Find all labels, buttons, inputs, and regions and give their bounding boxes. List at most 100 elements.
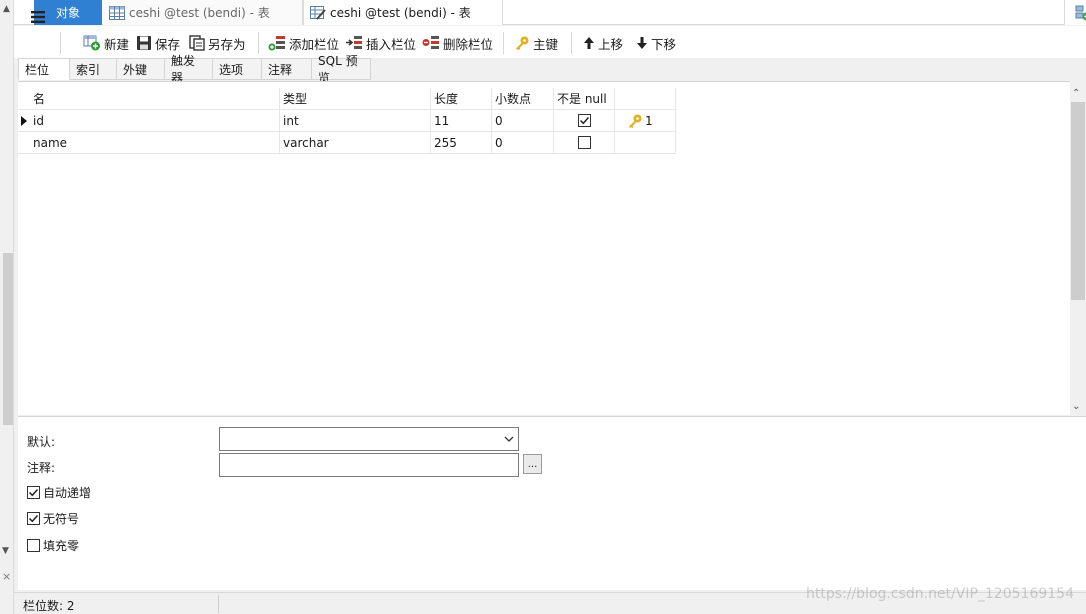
not-null-checkbox[interactable] <box>577 114 591 127</box>
add-field-icon <box>268 36 285 51</box>
delete-field-button[interactable]: 删除栏位 <box>422 32 493 54</box>
checkmark-icon <box>28 488 39 497</box>
fields-grid: 名 类型 长度 小数点 不是 null id int 11 0 1 name v… <box>18 81 1070 415</box>
header-name[interactable]: 名 <box>30 88 280 110</box>
scroll-down-icon[interactable]: ⌄ <box>1072 401 1080 412</box>
cell-not-null[interactable] <box>554 132 615 154</box>
add-window-icon <box>1075 5 1086 20</box>
row-indicator <box>18 132 30 154</box>
table-icon <box>109 5 125 20</box>
tab-triggers[interactable]: 触发器 <box>165 54 213 85</box>
tab-objects-label: 对象 <box>55 6 80 20</box>
delete-field-label: 删除栏位 <box>443 36 494 52</box>
toolbar-separator <box>503 32 504 54</box>
insert-field-icon <box>346 36 362 49</box>
cell-name[interactable]: name <box>30 132 280 154</box>
tab-fields[interactable]: 栏位 <box>18 58 70 80</box>
move-up-label: 上移 <box>598 36 624 52</box>
key-order: 1 <box>645 113 653 128</box>
zerofill-checkbox[interactable] <box>27 539 40 552</box>
header-not-null[interactable]: 不是 null <box>554 88 615 110</box>
default-select[interactable] <box>219 427 519 451</box>
hamburger-menu-icon <box>31 11 45 23</box>
table-row[interactable]: name varchar 255 0 <box>18 132 676 154</box>
unsigned-option[interactable]: 无符号 <box>27 510 79 527</box>
table-design-icon <box>310 5 326 20</box>
zerofill-label: 填充零 <box>43 539 80 553</box>
insert-field-button[interactable]: 插入栏位 <box>345 32 416 54</box>
cell-type[interactable]: int <box>280 110 431 132</box>
cell-key[interactable] <box>615 132 676 154</box>
move-up-button[interactable]: 上移 <box>583 32 623 54</box>
toolbar-separator <box>60 32 61 54</box>
cell-key[interactable]: 1 <box>615 110 676 132</box>
row-pointer-icon <box>21 115 27 126</box>
auto-increment-option[interactable]: 自动递增 <box>27 484 91 501</box>
tab-indexes[interactable]: 索引 <box>70 58 117 80</box>
insert-field-label: 插入栏位 <box>366 36 417 52</box>
table-row[interactable]: id int 11 0 1 <box>18 110 676 132</box>
add-field-label: 添加栏位 <box>289 36 340 52</box>
sub-tab-bar: 栏位 索引 外键 触发器 选项 注释 SQL 预览 <box>18 54 371 85</box>
toolbar-separator <box>258 32 259 54</box>
add-field-button[interactable]: 添加栏位 <box>268 32 339 54</box>
save-as-icon <box>189 35 205 51</box>
unsigned-label: 无符号 <box>43 512 80 526</box>
checkmark-icon <box>28 514 39 523</box>
menu-button[interactable] <box>30 6 46 28</box>
primary-key-icon <box>629 114 642 128</box>
move-down-button[interactable]: 下移 <box>636 32 676 54</box>
cell-length[interactable]: 255 <box>431 132 492 154</box>
save-button-label: 保存 <box>155 36 181 52</box>
cell-decimals[interactable]: 0 <box>492 132 554 154</box>
new-button[interactable]: 新建 <box>83 32 129 54</box>
cell-not-null[interactable] <box>554 110 615 132</box>
auto-increment-checkbox[interactable] <box>27 486 40 499</box>
header-key[interactable] <box>615 88 676 110</box>
zerofill-option[interactable]: 填充零 <box>27 537 79 554</box>
status-separator <box>218 595 219 613</box>
grid-scroll-thumb[interactable] <box>1071 102 1085 300</box>
save-as-button[interactable]: 另存为 <box>189 32 246 54</box>
scroll-down-icon[interactable]: ▼ <box>2 546 9 556</box>
arrow-up-icon <box>584 37 594 49</box>
comment-input[interactable] <box>219 453 519 477</box>
current-row-indicator <box>18 110 30 132</box>
header-length[interactable]: 长度 <box>431 88 492 110</box>
toolbar-separator <box>571 32 572 54</box>
close-icon[interactable]: × <box>2 570 11 583</box>
new-tab-button[interactable] <box>1064 0 1086 25</box>
key-icon <box>516 36 529 50</box>
primary-key-button[interactable]: 主键 <box>514 32 558 54</box>
comment-ellipsis-button[interactable]: ... <box>523 454 542 474</box>
scroll-up-icon[interactable]: ▲ <box>3 4 10 14</box>
scroll-up-icon[interactable]: ⌃ <box>1072 88 1080 99</box>
header-decimals[interactable]: 小数点 <box>492 88 554 110</box>
delete-field-icon <box>422 36 439 49</box>
checkmark-icon <box>579 116 589 125</box>
tab-comment[interactable]: 注释 <box>262 58 312 80</box>
move-down-label: 下移 <box>651 36 677 52</box>
not-null-checkbox[interactable] <box>577 136 591 149</box>
watermark-text: https://blog.csdn.net/VIP_1205169154 <box>806 586 1074 602</box>
tab-options[interactable]: 选项 <box>213 58 262 80</box>
tab-table-design-label: ceshi @test (bendi) - 表 <box>330 6 471 20</box>
new-button-label: 新建 <box>104 36 130 52</box>
cell-decimals[interactable]: 0 <box>492 110 554 132</box>
field-count: 栏位数: 2 <box>23 599 75 613</box>
row-indicator <box>18 88 30 110</box>
cell-length[interactable]: 11 <box>431 110 492 132</box>
save-as-button-label: 另存为 <box>208 36 246 52</box>
comment-label: 注释: <box>27 461 56 475</box>
unsigned-checkbox[interactable] <box>27 512 40 525</box>
tab-table-view[interactable]: ceshi @test (bendi) - 表 <box>103 0 303 25</box>
save-button[interactable]: 保存 <box>136 32 180 54</box>
cell-name[interactable]: id <box>30 110 280 132</box>
tab-foreign-keys[interactable]: 外键 <box>117 58 165 80</box>
chevron-down-icon <box>504 436 514 442</box>
cell-type[interactable]: varchar <box>280 132 431 154</box>
tab-sql-preview[interactable]: SQL 预览 <box>312 54 371 85</box>
header-type[interactable]: 类型 <box>280 88 431 110</box>
left-scroll-thumb[interactable] <box>3 253 13 425</box>
tab-table-design[interactable]: ceshi @test (bendi) - 表 <box>303 0 503 25</box>
